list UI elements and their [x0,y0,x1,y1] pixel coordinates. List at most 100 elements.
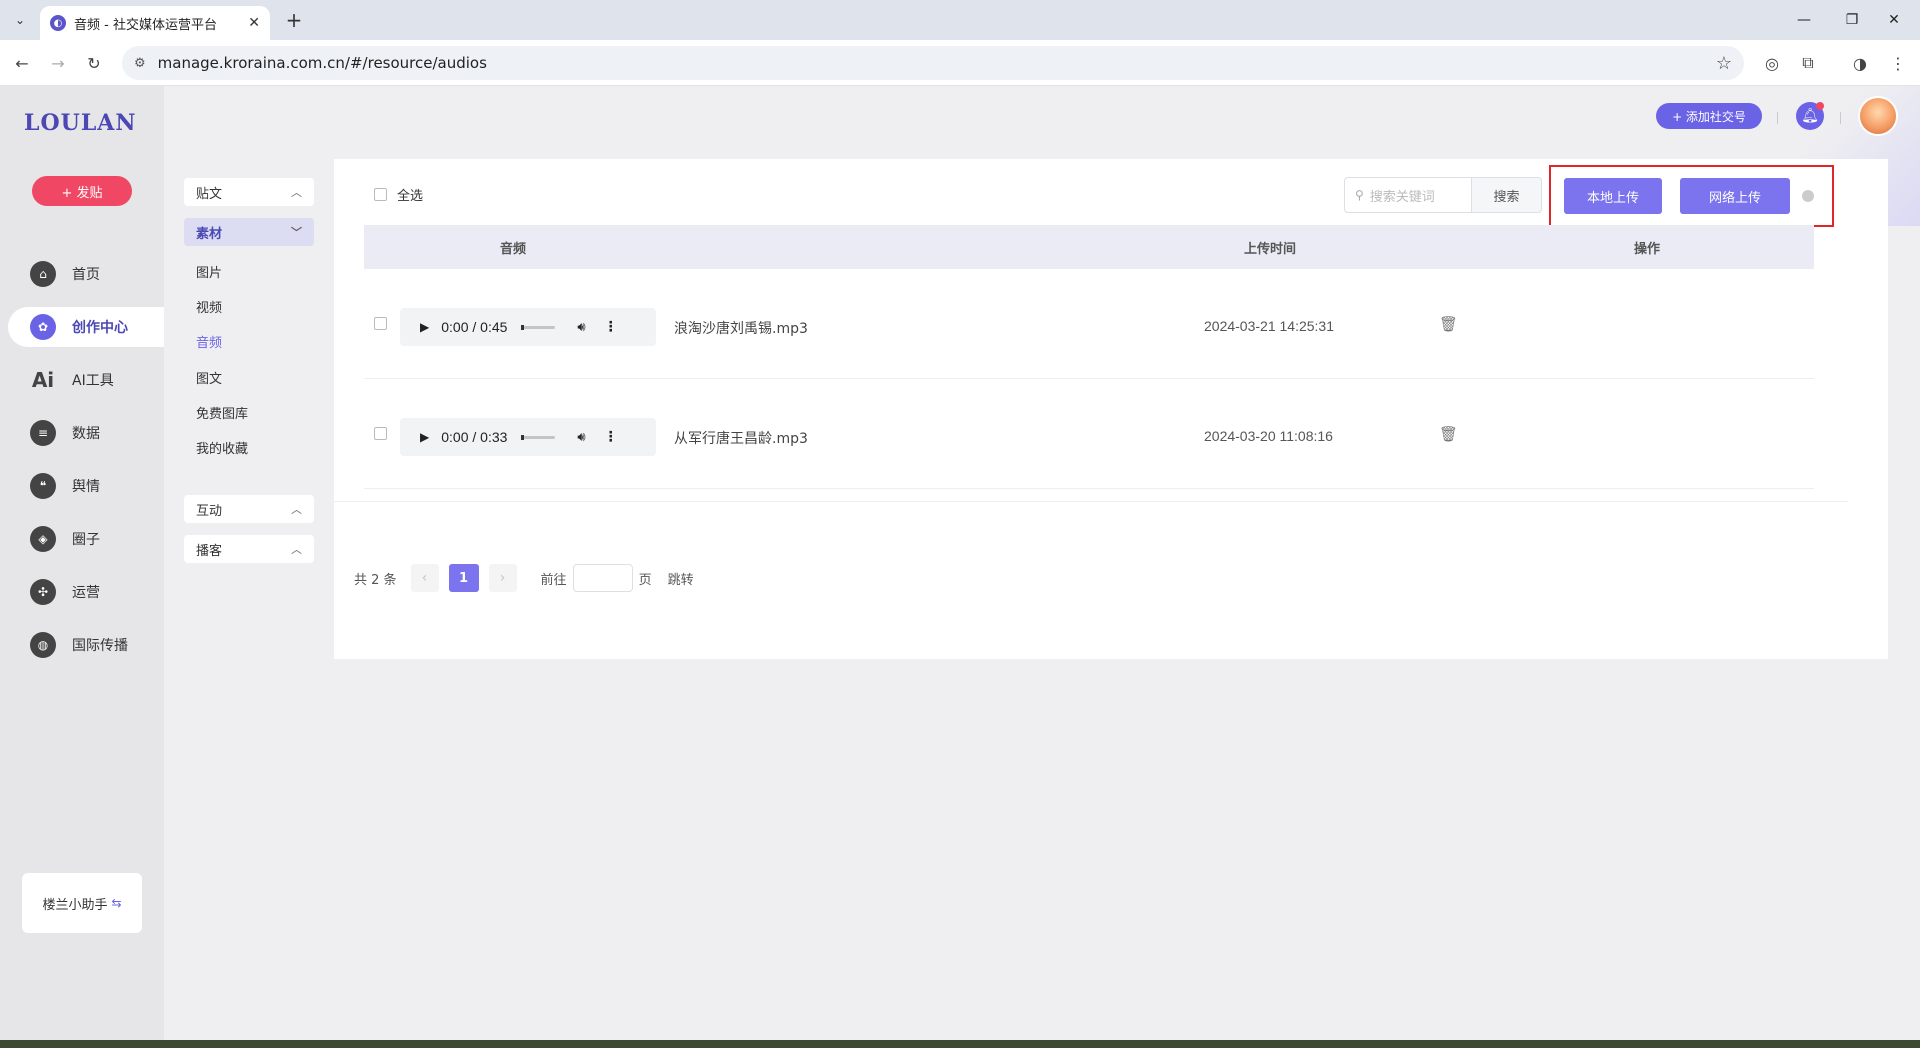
tab-title: 音频 - 社交媒体运营平台 [74,17,217,33]
window-close-icon[interactable]: ✕ [1866,0,1920,40]
browser-menu-icon[interactable]: ⋮ [1886,51,1910,75]
audio-progress-slider[interactable] [521,324,556,330]
submenu-group-label: 贴文 [196,186,223,202]
upload-time: 2024-03-20 11:08:16 [1204,428,1333,444]
help-icon[interactable] [1802,190,1814,202]
chevron-down-icon: ﹀ [291,226,302,239]
extensions-puzzle-icon[interactable]: ⧉ [1796,51,1820,75]
browser-tab-active[interactable]: ◐ 音频 - 社交媒体运营平台 ✕ [40,6,270,40]
extension-circle-icon[interactable]: ◎ [1760,51,1784,75]
nav-label: 舆情 [72,479,100,495]
audio-progress-slider[interactable] [521,434,556,440]
quote-icon: ❝ [30,473,56,499]
nav-label: 创作中心 [72,320,128,336]
url-text[interactable]: manage.kroraina.com.cn/#/resource/audios [158,54,1716,72]
nav-label: 圈子 [72,532,100,548]
assistant-button[interactable]: 楼兰小助手 ⇆ [22,873,142,933]
prev-page-icon[interactable]: ‹ [410,564,439,592]
submenu-group-label: 互动 [196,503,223,519]
select-all-checkbox[interactable]: 全选 [374,185,423,204]
goto-page-input[interactable] [572,564,633,592]
search-icon: ⚲ [1355,188,1364,202]
goto-prefix: 前往 [540,572,567,588]
search-button[interactable]: 搜索 [1472,177,1542,213]
tab-close-icon[interactable]: ✕ [248,15,260,31]
column-header-actions: 操作 [1634,241,1661,257]
submenu-item-videos[interactable]: 视频 [196,297,222,316]
main-sidebar: LOULAN + 发贴 ⌂ 首页 ✿ 创作中心 Ai AI工具 ≡ 数据 ❝ 舆… [0,86,164,1040]
bookmark-star-icon[interactable]: ☆ [1716,53,1732,74]
bell-icon[interactable]: 🔔︎ [1796,102,1824,130]
nav-label: 数据 [72,426,100,442]
audio-resource-panel: 全选 ⚲ 搜索关键词 搜索 本地上传 网络上传 音频 上传时间 操作 ▶ 0:0… [334,159,1888,659]
nav-item-home[interactable]: ⌂ 首页 [8,254,164,294]
nav-item-international[interactable]: ◍ 国际传播 [8,625,164,665]
submenu-group-posts[interactable]: 贴文 ︿ [184,178,314,206]
audio-player[interactable]: ▶ 0:00 / 0:45 🔊︎ ⋮ [400,308,656,346]
submenu-item-images[interactable]: 图片 [196,262,222,281]
submenu-item-favorites[interactable]: 我的收藏 [196,438,248,457]
nav-label: AI工具 [72,373,114,389]
volume-icon[interactable]: 🔊︎ [577,430,585,445]
nav-label: 首页 [72,267,100,283]
submenu-group-materials[interactable]: 素材 ﹀ [184,218,314,246]
os-taskbar [0,1040,1920,1048]
swap-icon: ⇆ [111,896,122,910]
submenu-group-interaction[interactable]: 互动 ︿ [184,495,314,523]
page-number-current[interactable]: 1 [448,564,479,592]
avatar[interactable] [1858,96,1898,136]
nav-item-operation[interactable]: ✣ 运营 [8,572,164,612]
profile-icon[interactable]: ◑ [1848,51,1872,75]
more-options-icon[interactable]: ⋮ [604,429,618,445]
submenu-item-audios[interactable]: 音频 [196,332,222,351]
home-icon: ⌂ [30,261,56,287]
nav-item-creation[interactable]: ✿ 创作中心 [8,307,164,347]
reload-icon[interactable]: ↻ [82,51,106,75]
submenu-group-podcast[interactable]: 播客 ︿ [184,535,314,563]
delete-icon[interactable]: 🗑︎ [1439,425,1458,443]
assistant-label: 楼兰小助手 [42,897,108,913]
delete-icon[interactable]: 🗑︎ [1439,315,1458,333]
add-social-account-button[interactable]: + 添加社交号 [1656,103,1762,129]
jump-button[interactable]: 跳转 [668,569,694,588]
play-icon[interactable]: ▶ [420,320,429,334]
audio-time: 0:00 / 0:45 [441,319,508,335]
submenu-item-image-text[interactable]: 图文 [196,368,222,387]
network-upload-button[interactable]: 网络上传 [1680,178,1790,214]
forward-icon[interactable]: → [46,51,70,75]
nav-label: 运营 [72,585,100,601]
new-tab-icon[interactable]: + [282,8,306,32]
search-input[interactable]: ⚲ 搜索关键词 [1344,177,1472,213]
audio-filename: 浪淘沙唐刘禹锡.mp3 [674,321,808,337]
submenu-group-label: 素材 [196,226,223,242]
back-icon[interactable]: ← [10,51,34,75]
table-row: ▶ 0:00 / 0:33 🔊︎ ⋮ 从军行唐王昌龄.mp3 2024-03-2… [364,379,1814,489]
chevron-up-icon: ︿ [291,503,302,516]
tab-search-icon[interactable]: ⌄ [8,8,32,32]
local-upload-button[interactable]: 本地上传 [1564,178,1662,214]
audio-player[interactable]: ▶ 0:00 / 0:33 🔊︎ ⋮ [400,418,656,456]
nav-item-sentiment[interactable]: ❝ 舆情 [8,466,164,506]
nav-item-data[interactable]: ≡ 数据 [8,413,164,453]
volume-icon[interactable]: 🔊︎ [577,320,585,335]
site-info-icon[interactable]: ⚙ [134,56,146,71]
table-header: 音频 上传时间 操作 [364,225,1814,269]
checkbox[interactable] [374,188,387,201]
select-all-label: 全选 [397,189,424,204]
globe-icon: ◍ [30,632,56,658]
notification-dot [1816,102,1824,110]
search-placeholder: 搜索关键词 [1369,189,1435,205]
next-page-icon[interactable]: › [488,564,517,592]
post-button[interactable]: + 发贴 [32,176,132,206]
palette-icon: ✿ [30,314,56,340]
nav-item-ai-tools[interactable]: Ai AI工具 [8,360,164,400]
play-icon[interactable]: ▶ [420,430,429,444]
ai-icon: Ai [31,368,55,392]
more-options-icon[interactable]: ⋮ [604,319,618,335]
row-checkbox[interactable] [374,427,387,440]
nav-label: 国际传播 [72,638,128,654]
address-bar[interactable]: ⚙ manage.kroraina.com.cn/#/resource/audi… [122,46,1744,80]
submenu-item-free-gallery[interactable]: 免费图库 [196,403,248,422]
nav-item-circle[interactable]: ◈ 圈子 [8,519,164,559]
row-checkbox[interactable] [374,317,387,330]
